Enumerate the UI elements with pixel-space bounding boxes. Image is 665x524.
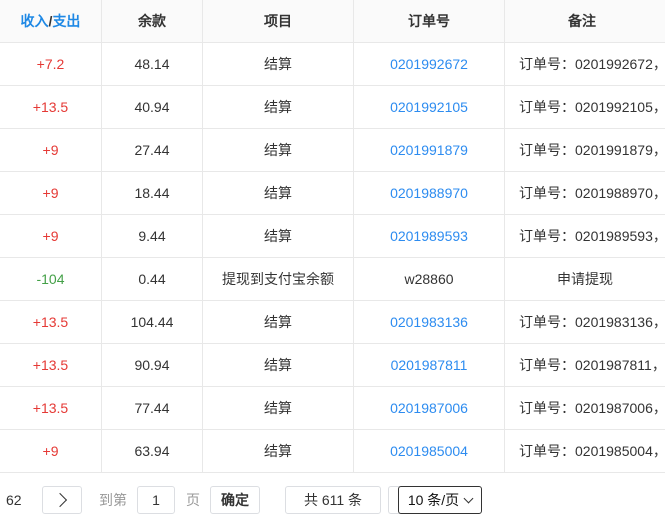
total-count: 共 611 条 xyxy=(285,486,381,514)
table-row: -104 0.44 提现到支付宝余额 w28860 申请提现 xyxy=(0,258,665,301)
remark-cell: 订单号：0201983136， xyxy=(519,314,665,330)
amount-cell: -104 xyxy=(0,258,102,300)
table-header: 收入 / 支出 余款 项目 订单号 备注 xyxy=(0,0,665,43)
page-unit-label: 页 xyxy=(186,492,200,508)
amount-cell: +9 xyxy=(0,129,102,171)
order-link[interactable]: 0201983136 xyxy=(354,301,505,343)
table-row: +13.5 104.44 结算 0201983136 订单号：020198313… xyxy=(0,301,665,344)
header-expense[interactable]: 支出 xyxy=(52,11,80,31)
remark-cell: 订单号：0201987006， xyxy=(519,400,665,416)
balance-cell: 18.44 xyxy=(102,172,203,214)
order-link[interactable]: 0201992672 xyxy=(354,43,505,85)
page-size-select[interactable]: 10 条/页 xyxy=(398,486,482,514)
table-row: +9 9.44 结算 0201989593 订单号：0201989593， xyxy=(0,215,665,258)
chevron-down-icon xyxy=(463,493,474,503)
goto-label: 到第 xyxy=(99,492,127,508)
header-income-expense: 收入 / 支出 xyxy=(0,0,102,42)
item-cell: 结算 xyxy=(203,430,354,472)
balance-cell: 77.44 xyxy=(102,387,203,429)
table-row: +13.5 90.94 结算 0201987811 订单号：0201987811… xyxy=(0,344,665,387)
page-item-62[interactable]: 62 xyxy=(6,486,22,514)
amount-cell: +13.5 xyxy=(0,387,102,429)
header-income[interactable]: 收入 xyxy=(21,11,49,31)
table-row: +9 27.44 结算 0201991879 订单号：0201991879， xyxy=(0,129,665,172)
balance-cell: 48.14 xyxy=(102,43,203,85)
remark-cell: 订单号：0201989593， xyxy=(519,228,665,244)
balance-cell: 63.94 xyxy=(102,430,203,472)
remark-cell: 申请提现 xyxy=(557,271,613,287)
amount-cell: +7.2 xyxy=(0,43,102,85)
item-cell: 结算 xyxy=(203,86,354,128)
remark-cell: 订单号：0201987811， xyxy=(519,357,665,373)
table-row: +7.2 48.14 结算 0201992672 订单号：0201992672， xyxy=(0,43,665,86)
header-remark: 备注 xyxy=(568,13,596,29)
balance-cell: 9.44 xyxy=(102,215,203,257)
order-link[interactable]: 0201991879 xyxy=(354,129,505,171)
balance-cell: 40.94 xyxy=(102,86,203,128)
amount-cell: +13.5 xyxy=(0,301,102,343)
order-link[interactable]: 0201992105 xyxy=(354,86,505,128)
page-jump-input[interactable]: 1 xyxy=(137,486,175,514)
order-link[interactable]: 0201988970 xyxy=(354,172,505,214)
item-cell: 结算 xyxy=(203,43,354,85)
order-link[interactable]: 0201987006 xyxy=(354,387,505,429)
order-link[interactable]: 0201987811 xyxy=(354,344,505,386)
amount-cell: +13.5 xyxy=(0,344,102,386)
amount-cell: +13.5 xyxy=(0,86,102,128)
chevron-right-icon xyxy=(52,492,68,508)
page-size-value: 10 条/页 xyxy=(407,492,460,508)
balance-cell: 90.94 xyxy=(102,344,203,386)
item-cell: 结算 xyxy=(203,301,354,343)
pagination: 62 到第 1 页 确定 共 611 条 10 条/页 xyxy=(0,472,665,524)
amount-cell: +9 xyxy=(0,430,102,472)
item-cell: 结算 xyxy=(203,215,354,257)
item-cell: 结算 xyxy=(203,172,354,214)
item-cell: 结算 xyxy=(203,129,354,171)
order-id-cell: w28860 xyxy=(354,258,505,300)
header-item: 项目 xyxy=(203,0,354,42)
confirm-button[interactable]: 确定 xyxy=(210,486,260,514)
table-row: +9 18.44 结算 0201988970 订单号：0201988970， xyxy=(0,172,665,215)
amount-cell: +9 xyxy=(0,172,102,214)
remark-cell: 订单号：0201988970， xyxy=(519,185,665,201)
table-row: +13.5 40.94 结算 0201992105 订单号：0201992105… xyxy=(0,86,665,129)
item-cell: 结算 xyxy=(203,344,354,386)
balance-cell: 0.44 xyxy=(102,258,203,300)
balance-cell: 27.44 xyxy=(102,129,203,171)
remark-cell: 订单号：0201985004， xyxy=(519,443,665,459)
remark-cell: 订单号：0201992672， xyxy=(519,56,665,72)
table-row: +9 63.94 结算 0201985004 订单号：0201985004， xyxy=(0,430,665,473)
order-link[interactable]: 0201985004 xyxy=(354,430,505,472)
header-order-no: 订单号 xyxy=(354,0,505,42)
remark-cell: 订单号：0201992105， xyxy=(519,99,665,115)
next-page-button[interactable] xyxy=(42,486,82,514)
header-balance: 余款 xyxy=(102,0,203,42)
table-row: +13.5 77.44 结算 0201987006 订单号：0201987006… xyxy=(0,387,665,430)
order-link[interactable]: 0201989593 xyxy=(354,215,505,257)
balance-cell: 104.44 xyxy=(102,301,203,343)
item-cell: 提现到支付宝余额 xyxy=(203,258,354,300)
amount-cell: +9 xyxy=(0,215,102,257)
remark-cell: 订单号：0201991879， xyxy=(519,142,665,158)
item-cell: 结算 xyxy=(203,387,354,429)
